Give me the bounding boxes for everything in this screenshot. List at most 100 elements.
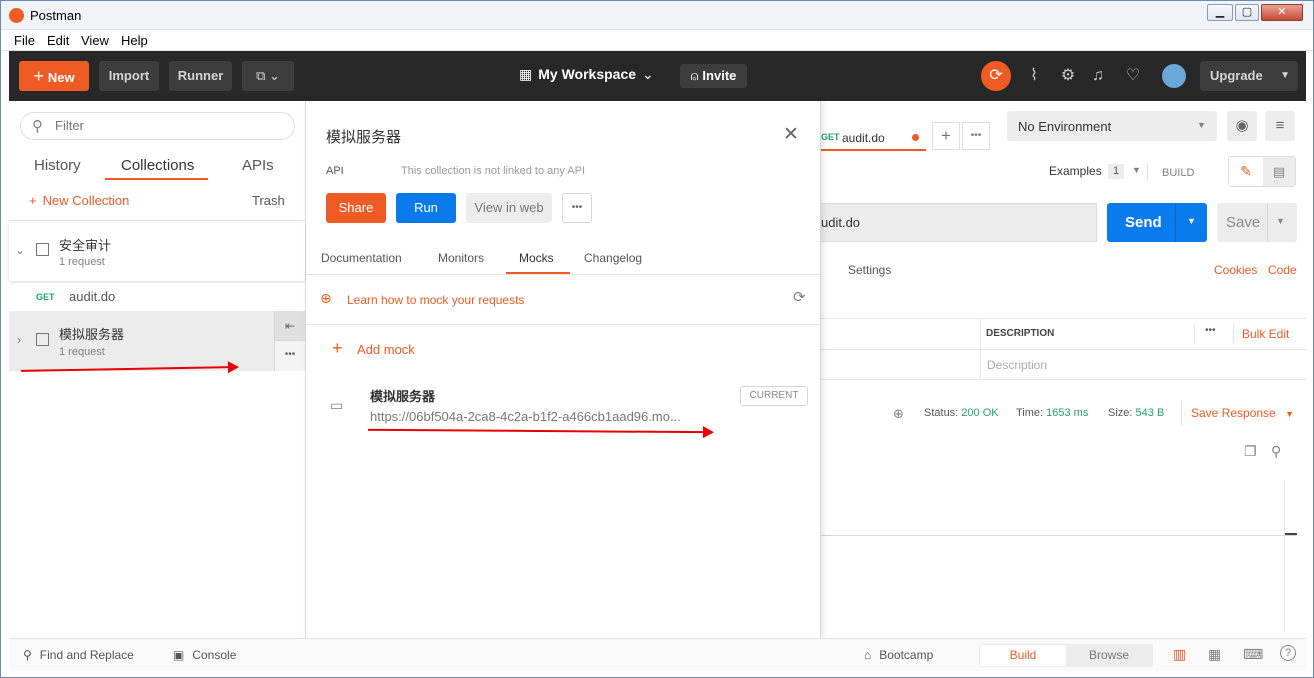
help-icon[interactable]: ? — [1280, 645, 1296, 661]
document-icon[interactable]: ▤ — [1263, 157, 1295, 186]
server-icon: ▭ — [330, 397, 344, 413]
gear-icon[interactable]: ⚙ — [1058, 67, 1078, 85]
graduation-cap-icon: ⌂ — [864, 648, 872, 662]
upgrade-button[interactable]: Upgrade ▼ — [1200, 61, 1298, 91]
menu-edit[interactable]: Edit — [47, 33, 69, 48]
title-bar: Postman ▁ ▢ ✕ — [1, 1, 1313, 30]
tab-monitors[interactable]: Monitors — [438, 251, 484, 265]
maximize-button[interactable]: ▢ — [1235, 4, 1259, 21]
caret-down-icon: ▼ — [1197, 120, 1206, 130]
two-pane-icon[interactable]: ▥ — [1173, 646, 1186, 663]
new-window-button[interactable]: ⧉ ⌄ — [242, 61, 294, 91]
add-tab-button[interactable]: + — [932, 122, 960, 150]
build-toggle[interactable]: Build — [980, 645, 1066, 666]
mock-url[interactable]: https://06bf504a-2ca8-4c2a-b1f2-a466cb1a… — [370, 409, 681, 424]
bell-icon[interactable]: ♫ — [1088, 67, 1108, 85]
code-link[interactable]: Code — [1268, 263, 1297, 277]
collection-item-selected[interactable]: › 模拟服务器 1 request ⇤ ••• — [9, 311, 305, 371]
caret-down-icon: ▼ — [1285, 409, 1294, 419]
tab-history[interactable]: History — [34, 157, 81, 174]
more-options-icon[interactable]: ••• — [1205, 325, 1216, 336]
search-icon: ⚲ — [32, 118, 43, 135]
url-input[interactable]: udit.do — [821, 203, 1097, 242]
tab-documentation[interactable]: Documentation — [321, 251, 402, 265]
refresh-icon[interactable]: ⟳ — [793, 288, 806, 306]
avatar[interactable] — [1162, 64, 1186, 88]
build-label: BUILD — [1162, 167, 1195, 179]
menu-file[interactable]: File — [14, 33, 35, 48]
find-replace-button[interactable]: ⚲ Find and Replace — [23, 648, 134, 662]
grid-icon: ▦ — [519, 66, 533, 82]
sync-icon[interactable]: ⟳ — [981, 61, 1011, 91]
minimize-button[interactable]: ▁ — [1207, 4, 1233, 21]
request-item[interactable]: GET audit.do — [9, 283, 305, 311]
trash-button[interactable]: Trash — [252, 193, 285, 208]
collapse-panel-icon[interactable]: ⇤ — [274, 311, 305, 341]
close-icon[interactable]: ✕ — [783, 123, 799, 146]
bulk-edit-link[interactable]: Bulk Edit — [1242, 327, 1289, 341]
description-input[interactable]: Description — [987, 358, 1047, 372]
tab-apis[interactable]: APIs — [242, 157, 274, 174]
plus-icon: + — [29, 193, 37, 208]
console-button[interactable]: ▣ Console — [173, 648, 236, 662]
tab-options-button[interactable]: ••• — [962, 122, 990, 150]
bootcamp-button[interactable]: ⌂ Bootcamp — [864, 648, 933, 662]
tab-changelog[interactable]: Changelog — [584, 251, 642, 265]
copy-icon[interactable]: ❐ — [1244, 443, 1257, 460]
sidebar-filter[interactable]: ⚲ — [20, 112, 295, 140]
share-button[interactable]: Share — [326, 193, 386, 223]
divider — [306, 324, 820, 325]
tab-name: audit.do — [842, 131, 885, 145]
browse-toggle[interactable]: Browse — [1066, 645, 1152, 666]
caret-down-icon: ▼ — [1276, 216, 1285, 226]
examples-label[interactable]: Examples — [1049, 164, 1102, 178]
chevron-down-icon: ⌄ — [15, 243, 26, 257]
request-tab[interactable]: GET audit.do — [821, 123, 926, 151]
folder-icon — [36, 333, 49, 346]
send-button[interactable]: Send ▼ — [1107, 203, 1207, 242]
three-pane-icon[interactable]: ▦ — [1208, 646, 1221, 663]
caret-down-icon[interactable]: ▼ — [1132, 165, 1141, 175]
more-options-icon[interactable]: ••• — [562, 193, 592, 223]
tab-collections[interactable]: Collections — [121, 157, 194, 174]
scrollbar-thumb[interactable] — [1285, 533, 1297, 535]
workspace-selector[interactable]: ▦ My Workspace ⌄ — [519, 66, 654, 83]
invite-button[interactable]: ⍝ Invite — [680, 64, 747, 88]
globe-icon: ⊕ — [320, 290, 332, 306]
tab-mocks[interactable]: Mocks — [519, 251, 554, 265]
pencil-icon[interactable]: ✎ — [1229, 157, 1263, 186]
new-collection-button[interactable]: + New Collection — [29, 193, 129, 208]
view-in-web-button[interactable]: View in web — [466, 193, 552, 223]
eye-icon[interactable]: ◉ — [1227, 111, 1257, 141]
window-plus-icon: ⧉ ⌄ — [256, 68, 280, 83]
heart-icon[interactable]: ♡ — [1123, 67, 1143, 85]
scrollbar-track[interactable] — [1284, 481, 1285, 631]
search-icon[interactable]: ⚲ — [1271, 443, 1281, 460]
cookies-link[interactable]: Cookies — [1214, 263, 1257, 277]
learn-mock-link[interactable]: Learn how to mock your requests — [347, 293, 524, 307]
examples-count: 1 — [1108, 164, 1124, 179]
globe-icon[interactable]: ⊕ — [893, 406, 904, 422]
runner-button[interactable]: Runner — [169, 61, 232, 91]
new-button[interactable]: + New — [19, 61, 89, 91]
sliders-icon[interactable]: ≡ — [1265, 111, 1295, 141]
collection-count: 1 request — [59, 346, 105, 358]
save-response-button[interactable]: Save Response ▼ — [1191, 406, 1294, 420]
filter-input[interactable] — [55, 118, 275, 133]
import-button[interactable]: Import — [99, 61, 159, 91]
keyboard-icon[interactable]: ⌨ — [1243, 646, 1263, 663]
tab-settings[interactable]: Settings — [848, 263, 891, 277]
collection-panel: 模拟服务器 ✕ API This collection is not linke… — [306, 101, 821, 638]
more-options-icon[interactable]: ••• — [274, 341, 305, 371]
mock-name: 模拟服务器 — [370, 389, 436, 404]
run-button[interactable]: Run — [396, 193, 456, 223]
close-window-button[interactable]: ✕ — [1261, 4, 1303, 21]
satellite-icon[interactable]: ⌇ — [1024, 67, 1044, 85]
environment-selector[interactable]: No Environment ▼ — [1007, 111, 1217, 141]
menu-help[interactable]: Help — [121, 33, 148, 48]
collection-item[interactable]: ⌄ 安全审计 1 request — [9, 221, 305, 281]
add-mock-button[interactable]: Add mock — [357, 342, 415, 357]
divider — [821, 535, 1296, 536]
menu-view[interactable]: View — [81, 33, 109, 48]
save-button[interactable]: Save ▼ — [1217, 203, 1297, 242]
